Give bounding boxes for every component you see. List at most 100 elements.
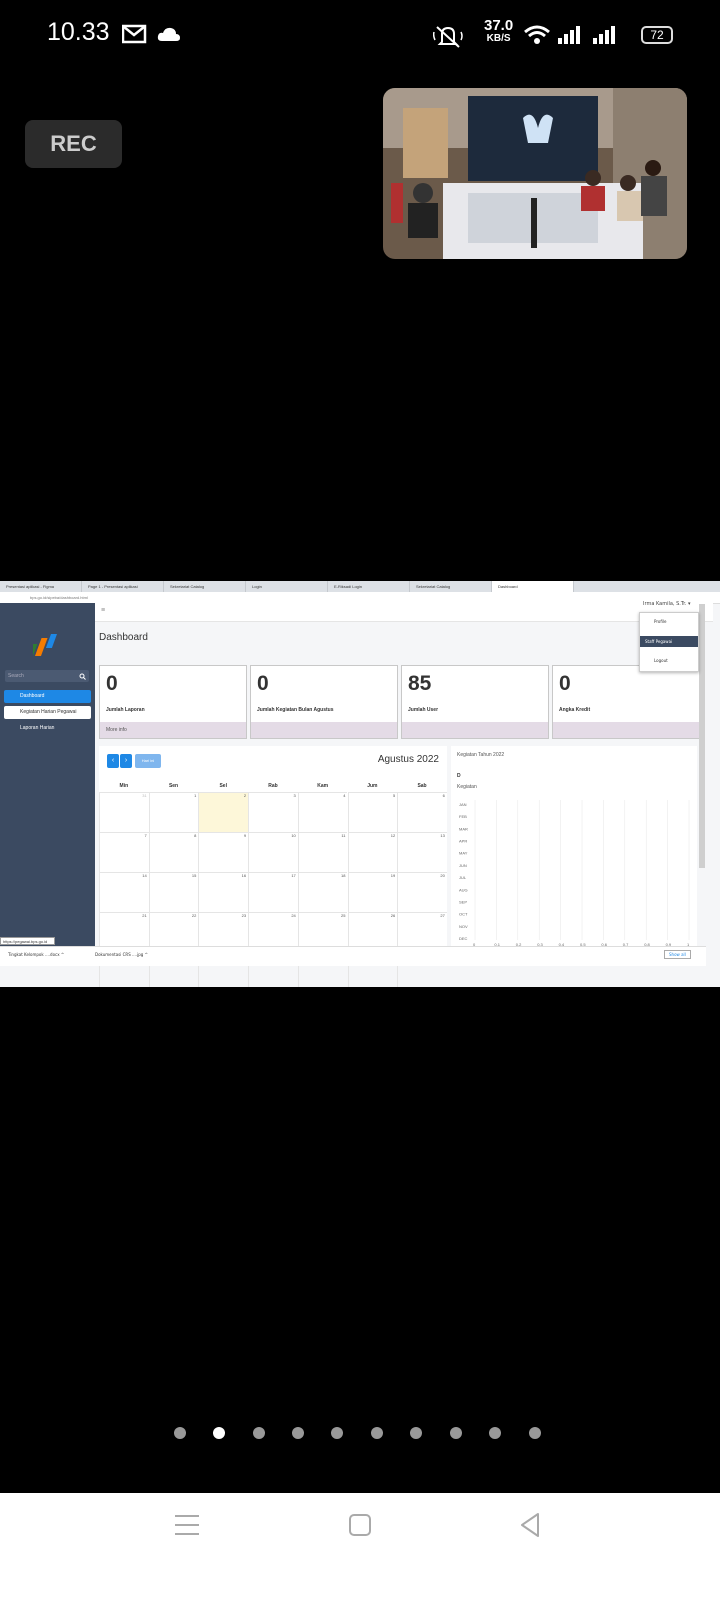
calendar-day-cell[interactable]: 5 <box>347 792 398 832</box>
page-indicator-dot[interactable] <box>292 1427 304 1439</box>
hamburger-menu-icon[interactable]: ≡ <box>101 607 105 614</box>
calendar-day-cell[interactable]: 16 <box>198 872 249 912</box>
page-indicator-dot[interactable] <box>174 1427 186 1439</box>
page-indicator-dot-active[interactable] <box>213 1427 225 1439</box>
calendar-day-header: Sel <box>219 783 227 789</box>
chart-month-label: JUL <box>459 875 467 880</box>
page-indicator-dot[interactable] <box>253 1427 265 1439</box>
sidebar-search-input[interactable]: Search <box>5 670 89 682</box>
calendar-day-cell[interactable]: 9 <box>198 832 249 872</box>
chart-month-label: FEB <box>459 814 467 819</box>
meeting-video-image <box>383 88 687 259</box>
calendar-day-cell[interactable]: 11 <box>297 832 348 872</box>
user-dropdown-menu: Profile Staff Pegawai Logout <box>639 612 699 672</box>
download-item[interactable]: Dokumentasi CRS ....jpg ^ <box>95 952 148 957</box>
calendar-day-cell[interactable]: 3 <box>248 792 298 832</box>
more-info-link[interactable]: More info <box>100 722 246 738</box>
browser-tab-active[interactable]: Dashboard <box>492 581 574 592</box>
calendar-day-cell[interactable]: 15 <box>148 872 199 912</box>
calendar-day-cell[interactable]: 12 <box>347 832 398 872</box>
gmail-icon <box>122 24 147 44</box>
rec-indicator[interactable]: REC <box>25 120 122 1558</box>
page-indicator-dot[interactable] <box>410 1427 422 1439</box>
chart-month-label: JAN <box>459 802 467 807</box>
chart-month-label: AUG <box>459 887 468 892</box>
top-navbar: ≡ <box>95 603 713 622</box>
back-icon[interactable] <box>518 1511 542 1539</box>
status-url: https://pegawai.bps.go.id <box>0 937 55 945</box>
home-icon[interactable] <box>348 1513 372 1537</box>
page-indicator-dot[interactable] <box>371 1427 383 1439</box>
sidebar-item-dashboard[interactable]: Dashboard <box>4 690 91 703</box>
page-indicator-dot[interactable] <box>489 1427 501 1439</box>
page-indicator-dot[interactable] <box>331 1427 343 1439</box>
network-speed: 37.0 KB/S <box>484 18 513 45</box>
page-indicator-dot[interactable] <box>529 1427 541 1439</box>
calendar-day-cell[interactable]: 18 <box>297 872 348 912</box>
calendar-day-cell[interactable]: 10 <box>248 832 298 872</box>
browser-tab[interactable]: E-Riksadi Login <box>328 581 410 592</box>
search-icon[interactable] <box>79 673 86 680</box>
stat-value: 0 <box>106 672 118 695</box>
browser-tab[interactable]: Login <box>246 581 328 592</box>
calendar-day-cell[interactable]: 6 <box>397 792 447 832</box>
chart-legend: Kegiatan <box>457 784 477 790</box>
dropdown-item-profile[interactable]: Profile <box>640 616 698 627</box>
stat-label: Angka Kredit <box>559 707 591 713</box>
calendar-day-cell[interactable]: 20 <box>397 872 447 912</box>
show-all-downloads-button[interactable]: Show all <box>664 950 691 959</box>
rec-label: REC <box>50 131 97 156</box>
calendar-next-button[interactable]: › <box>120 754 132 768</box>
main-content: ≡ Dashboard 0 Jumlah Laporan More info 0… <box>95 603 713 987</box>
dropdown-item-staff[interactable]: Staff Pegawai <box>640 636 698 647</box>
calendar-day-cell[interactable]: 7 <box>99 832 149 872</box>
calendar-today-button[interactable]: Hari ini <box>135 754 161 768</box>
stat-card-user: 85 Jumlah User <box>401 665 549 739</box>
calendar-day-cell[interactable]: 4 <box>297 792 348 832</box>
calendar-day-header: Min <box>119 783 129 789</box>
scrollbar[interactable] <box>699 604 705 868</box>
browser-tab[interactable]: Presentasi aplikasi - Figma <box>0 581 82 592</box>
chart-month-label: MAR <box>459 826 468 831</box>
calendar: ‹ › Hari ini Agustus 2022 Min Sen Sel Rab Ka… <box>99 746 447 987</box>
calendar-day-cell[interactable]: 1 <box>148 792 199 832</box>
wifi-icon <box>524 25 550 44</box>
calendar-day-cell[interactable]: 13 <box>397 832 447 872</box>
user-name: Irma Kamila, S.Tr. <box>643 601 687 607</box>
signal-icon-2 <box>593 26 615 44</box>
menu-icon[interactable] <box>174 1513 200 1537</box>
downloads-bar: Tingkat Kelompok ....docx ^ Dokumentasi … <box>0 946 706 966</box>
calendar-day-header: Kam <box>317 783 329 789</box>
video-overlay[interactable] <box>383 88 687 259</box>
battery-icon: 72 <box>641 26 673 44</box>
calendar-prev-button[interactable]: ‹ <box>107 754 119 768</box>
kegiatan-chart: JANFEBMARAPRMAYJUNJULAUGSEPOCTNOVDEC0 0.1… <box>459 800 690 947</box>
chart-month-label: MAY <box>459 851 468 856</box>
dropdown-item-logout[interactable]: Logout <box>640 655 698 666</box>
kegiatan-chart-panel: Kegiatan Tahun 2022 D Kegiatan JAN FEB MAR… <box>451 746 697 958</box>
sidebar-item-laporan-harian[interactable]: Laporan Harian <box>4 722 91 735</box>
address-text: bps.go.id/sipeba/dashboard.html <box>30 595 88 600</box>
sidebar-item-label: Laporan Harian <box>20 725 55 731</box>
chart-month-label: OCT <box>459 912 468 917</box>
calendar-day-cell[interactable]: 17 <box>248 872 298 912</box>
chart-title: Kegiatan Tahun 2022 <box>457 752 505 758</box>
browser-tab[interactable]: Page 1 - Presentasi aplikasi <box>82 581 164 592</box>
page-indicator-dot[interactable] <box>450 1427 462 1439</box>
sidebar-item-label: Kegiatan Harian Pegawai <box>20 709 77 715</box>
calendar-day-cell[interactable]: 31 <box>99 792 149 832</box>
calendar-day-cell[interactable]: 19 <box>347 872 398 912</box>
user-menu-button[interactable]: Irma Kamila, S.Tr. ▾ <box>643 601 691 607</box>
chart-month-label: SEP <box>459 899 467 904</box>
download-item[interactable]: Tingkat Kelompok ....docx ^ <box>8 952 64 957</box>
mute-icon <box>433 26 463 48</box>
calendar-day-header: Sab <box>417 783 427 789</box>
sidebar-item-kegiatan-harian[interactable]: Kegiatan Harian Pegawai <box>4 706 91 719</box>
calendar-day-cell[interactable]: 14 <box>99 872 149 912</box>
card-footer <box>251 722 397 738</box>
calendar-day-cell[interactable]: 2 <box>198 792 249 832</box>
browser-tab[interactable]: Sekretariat Catalog <box>410 581 492 592</box>
browser-tab[interactable]: Sekretariat Catalog <box>164 581 246 592</box>
calendar-day-cell[interactable]: 8 <box>148 832 199 872</box>
chart-month-label: JUN <box>459 863 467 868</box>
